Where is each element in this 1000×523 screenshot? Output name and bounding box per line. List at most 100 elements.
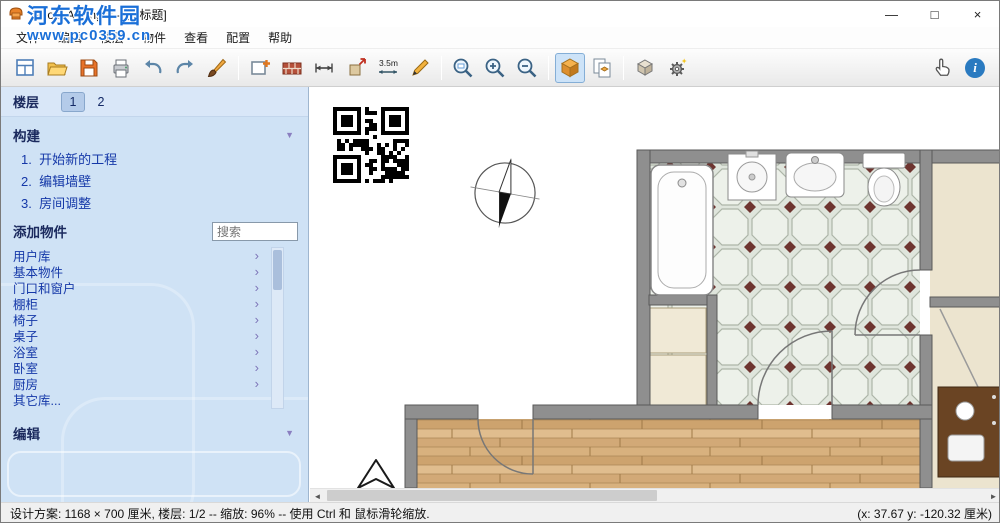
collapse-arrow-icon[interactable]: ▼ bbox=[285, 428, 294, 438]
window-title: Room Arranger - [无标题] bbox=[32, 6, 167, 23]
compass-icon bbox=[464, 152, 545, 233]
category-bathroom[interactable]: 浴室› bbox=[1, 343, 269, 359]
menu-edit[interactable]: 编辑 bbox=[49, 27, 91, 48]
category-cabinets[interactable]: 棚柜› bbox=[1, 295, 269, 311]
floor-tab-1[interactable]: 1 bbox=[61, 92, 85, 112]
canvas-horizontal-scrollbar[interactable]: ◄ ► bbox=[310, 488, 1000, 502]
pan-hand-button[interactable] bbox=[928, 53, 958, 83]
scroll-left-arrow[interactable]: ◄ bbox=[310, 489, 325, 503]
menu-settings[interactable]: 配置 bbox=[217, 27, 259, 48]
dimensions-button[interactable] bbox=[309, 53, 339, 83]
redo-button[interactable] bbox=[170, 53, 200, 83]
zoom-in-button[interactable] bbox=[480, 53, 510, 83]
knob bbox=[992, 421, 996, 425]
zoom-out-button[interactable] bbox=[512, 53, 542, 83]
bathroom-cabinets[interactable] bbox=[650, 308, 706, 405]
object-search-input[interactable] bbox=[212, 222, 298, 241]
design-canvas[interactable] bbox=[310, 87, 1000, 488]
minimize-button[interactable]: — bbox=[870, 1, 913, 27]
toolbar-separator bbox=[623, 56, 624, 80]
category-chairs[interactable]: 椅子› bbox=[1, 311, 269, 327]
edit-section-header: 编辑 ▼ bbox=[1, 421, 308, 445]
category-list-scrollbar[interactable] bbox=[271, 247, 284, 409]
toolbar-separator bbox=[548, 56, 549, 80]
collapse-arrow-icon[interactable]: ▼ bbox=[285, 130, 294, 140]
wood-floor bbox=[417, 419, 930, 488]
build-steps: 1. 开始新的工程 2. 编辑墙壁 3. 房间调整 bbox=[1, 149, 308, 215]
settings-button[interactable] bbox=[662, 53, 692, 83]
undo-button[interactable] bbox=[138, 53, 168, 83]
app-window: Room Arranger - [无标题] — □ × 文件 编辑 楼层 物件 … bbox=[0, 0, 1000, 523]
category-tables[interactable]: 桌子› bbox=[1, 327, 269, 343]
menu-file[interactable]: 文件 bbox=[7, 27, 49, 48]
category-bedroom[interactable]: 卧室› bbox=[1, 359, 269, 375]
chevron-right-icon: › bbox=[255, 329, 259, 342]
info-icon: i bbox=[965, 58, 985, 78]
floor-selector-bar: 楼层 1 2 bbox=[1, 87, 308, 117]
add-objects-section-header: 添加物件 bbox=[1, 219, 308, 243]
scroll-right-arrow[interactable]: ► bbox=[986, 489, 1000, 503]
view-3d-button[interactable] bbox=[555, 53, 585, 83]
vanity-counter bbox=[938, 387, 1000, 477]
add-objects-header-label: 添加物件 bbox=[13, 221, 67, 241]
zoom-window-button[interactable] bbox=[448, 53, 478, 83]
scroll-thumb[interactable] bbox=[327, 490, 657, 501]
chevron-right-icon: › bbox=[255, 297, 259, 310]
category-doors-windows[interactable]: 门口和窗户› bbox=[1, 279, 269, 295]
scroll-track[interactable] bbox=[325, 489, 986, 502]
vanity-sink bbox=[956, 402, 974, 420]
toolbar-separator bbox=[441, 56, 442, 80]
close-button[interactable]: × bbox=[956, 1, 999, 27]
washbasin-cabinet[interactable] bbox=[728, 151, 776, 200]
build-header-label: 构建 bbox=[13, 125, 40, 145]
sink[interactable] bbox=[786, 153, 844, 197]
svg-text:3.5m: 3.5m bbox=[379, 58, 398, 68]
style-brush-button[interactable] bbox=[202, 53, 232, 83]
status-design-info: 设计方案: 1168 × 700 厘米, 楼层: 1/2 -- 缩放: 96% … bbox=[10, 505, 430, 522]
north-arrow bbox=[358, 460, 394, 488]
menu-floor[interactable]: 楼层 bbox=[91, 27, 133, 48]
bathtub[interactable] bbox=[651, 165, 713, 295]
object-category-list: 用户库› 基本物件› 门口和窗户› 棚柜› 椅子› 桌子› 浴室› 卧室› 厨房… bbox=[1, 247, 269, 409]
edit-header-label: 编辑 bbox=[13, 423, 40, 443]
save-project-button[interactable] bbox=[74, 53, 104, 83]
qr-code-watermark bbox=[333, 107, 409, 183]
chevron-right-icon: › bbox=[255, 281, 259, 294]
floor-label: 楼层 bbox=[13, 92, 39, 111]
menu-object[interactable]: 物件 bbox=[133, 27, 175, 48]
chevron-right-icon: › bbox=[255, 265, 259, 278]
chevron-right-icon: › bbox=[255, 377, 259, 390]
sidebar: 楼层 1 2 构建 ▼ 1. 开始新的工程 2. 编辑墙壁 3. 房间调整 添加… bbox=[1, 87, 309, 502]
chevron-right-icon: › bbox=[255, 313, 259, 326]
add-room-button[interactable] bbox=[245, 53, 275, 83]
chevron-right-icon: › bbox=[255, 249, 259, 262]
draw-walls-button[interactable] bbox=[277, 53, 307, 83]
vanity-basin bbox=[948, 435, 984, 461]
step-edit-walls[interactable]: 2. 编辑墙壁 bbox=[1, 171, 308, 193]
scrollbar-thumb[interactable] bbox=[273, 250, 282, 290]
menu-bar: 文件 编辑 楼层 物件 查看 配置 帮助 bbox=[1, 27, 999, 48]
new-plan-button[interactable] bbox=[10, 53, 40, 83]
step-adjust-rooms[interactable]: 3. 房间调整 bbox=[1, 193, 308, 215]
menu-view[interactable]: 查看 bbox=[175, 27, 217, 48]
toolbar-separator bbox=[238, 56, 239, 80]
open-project-button[interactable] bbox=[42, 53, 72, 83]
edit-panel bbox=[7, 451, 301, 497]
measure-tape-button[interactable]: 3.5m bbox=[373, 53, 403, 83]
window-controls: — □ × bbox=[870, 1, 999, 27]
info-button[interactable]: i bbox=[960, 53, 990, 83]
move-object-button[interactable] bbox=[341, 53, 371, 83]
maximize-button[interactable]: □ bbox=[913, 1, 956, 27]
step-new-project[interactable]: 1. 开始新的工程 bbox=[1, 149, 308, 171]
floor-tab-2[interactable]: 2 bbox=[89, 92, 113, 112]
toolbar: 3.5m i bbox=[1, 48, 999, 87]
print-button[interactable] bbox=[106, 53, 136, 83]
chevron-right-icon: › bbox=[255, 361, 259, 374]
copy-to-clipboard-button[interactable] bbox=[587, 53, 617, 83]
menu-help[interactable]: 帮助 bbox=[259, 27, 301, 48]
object-3d-preview-button[interactable] bbox=[630, 53, 660, 83]
category-other-libraries[interactable]: 其它库... bbox=[1, 391, 269, 407]
edit-pencil-button[interactable] bbox=[405, 53, 435, 83]
floor-plan[interactable] bbox=[310, 87, 1000, 488]
status-cursor-coordinates: (x: 37.67 y: -120.32 厘米) bbox=[857, 505, 992, 522]
